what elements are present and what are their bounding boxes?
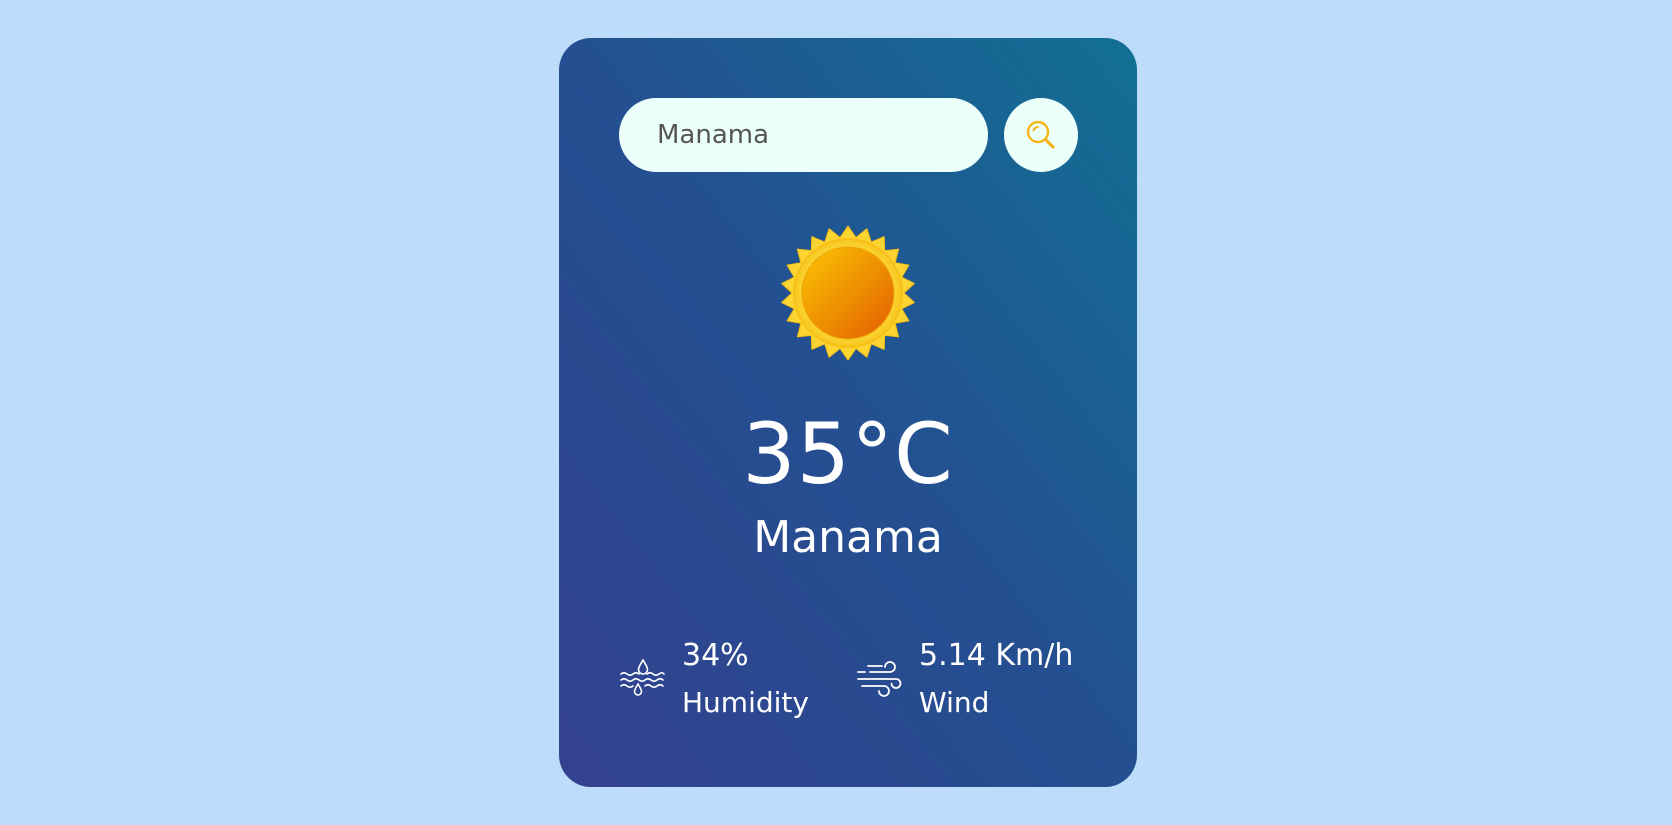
search-icon [1025,119,1057,151]
wind-value: 5.14 Km/h [919,638,1074,673]
city-name: Manama [753,512,943,563]
wind-icon [856,656,902,702]
weather-card: 35°C Manama 34% Humidity [559,38,1137,787]
search-button[interactable] [1004,98,1078,172]
temperature-value: 35°C [742,405,954,503]
sun-icon [778,223,918,363]
humidity-label: Humidity [682,686,809,719]
humidity-icon [619,656,665,702]
city-search-input[interactable] [619,98,988,172]
humidity-value: 34% [682,638,749,673]
wind-label: Wind [919,686,990,719]
search-bar [619,98,1078,172]
